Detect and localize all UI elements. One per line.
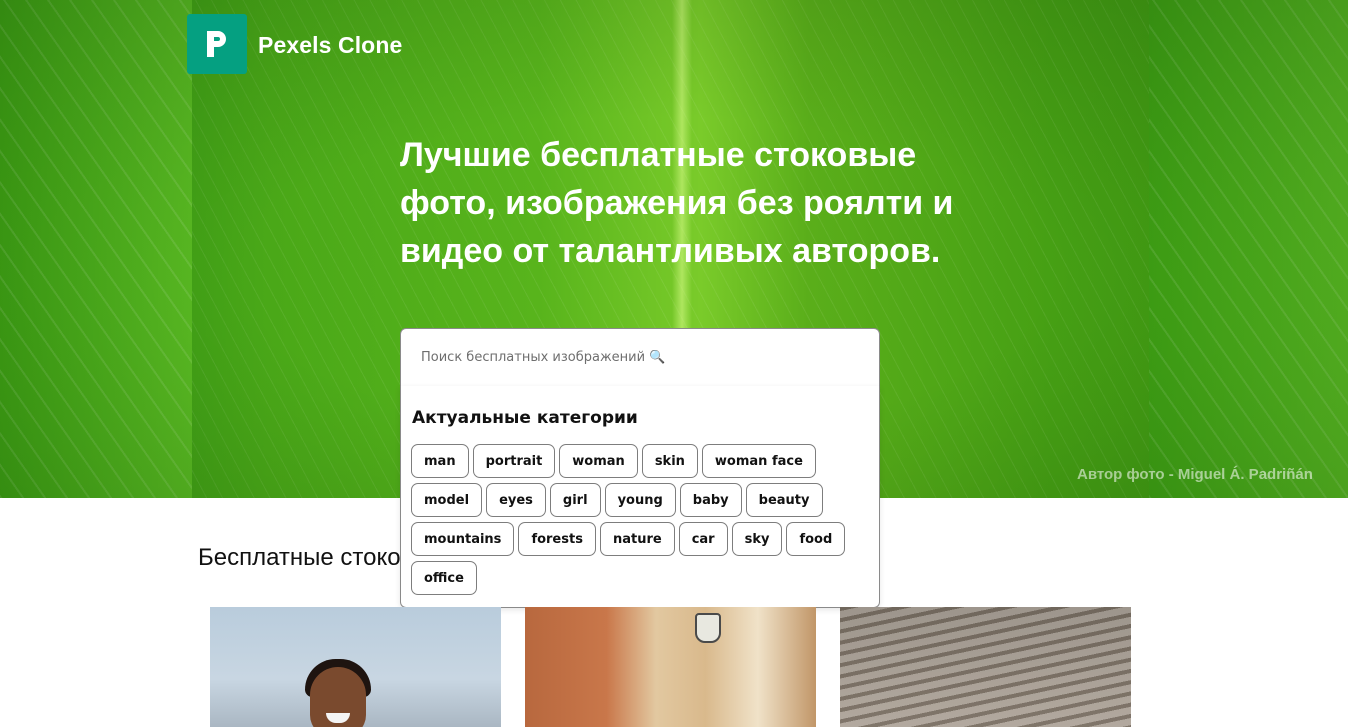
tag-woman[interactable]: woman	[559, 444, 638, 478]
tag-skin[interactable]: skin	[641, 444, 698, 478]
tag-office[interactable]: office	[411, 561, 477, 595]
pexels-logo-icon	[207, 31, 226, 57]
photo-card-portrait[interactable]	[210, 607, 501, 727]
search-box[interactable]	[400, 328, 880, 387]
tag-list: man portrait woman skin woman face model…	[411, 444, 869, 595]
tag-eyes[interactable]: eyes	[486, 483, 546, 517]
search-input[interactable]	[421, 350, 861, 365]
street-lamp-icon	[695, 613, 721, 643]
photo-credit[interactable]: Автор фото - Miguel Á. Padriñán	[1077, 466, 1313, 483]
hero-headline: Лучшие бесплатные стоковые фото, изображ…	[400, 136, 954, 270]
tag-girl[interactable]: girl	[549, 483, 601, 517]
tag-baby[interactable]: baby	[679, 483, 742, 517]
tag-portrait[interactable]: portrait	[472, 444, 556, 478]
tag-man[interactable]: man	[411, 444, 469, 478]
logo-icon[interactable]	[187, 14, 247, 74]
trending-categories-dropdown: Актуальные категории man portrait woman …	[400, 386, 880, 608]
tag-forests[interactable]: forests	[518, 522, 596, 556]
tag-beauty[interactable]: beauty	[745, 483, 823, 517]
section-title: Бесплатные стоковые фото	[198, 544, 400, 571]
tag-young[interactable]: young	[604, 483, 676, 517]
tag-model[interactable]: model	[411, 483, 483, 517]
photo-card-water[interactable]	[840, 607, 1131, 727]
tag-food[interactable]: food	[786, 522, 846, 556]
tag-nature[interactable]: nature	[599, 522, 675, 556]
photo-card-street[interactable]	[525, 607, 816, 727]
brand-name[interactable]: Pexels Clone	[258, 32, 402, 59]
tag-mountains[interactable]: mountains	[411, 522, 515, 556]
tag-woman-face[interactable]: woman face	[701, 444, 816, 478]
dropdown-title: Актуальные категории	[412, 408, 638, 428]
tag-sky[interactable]: sky	[731, 522, 783, 556]
tag-car[interactable]: car	[678, 522, 728, 556]
